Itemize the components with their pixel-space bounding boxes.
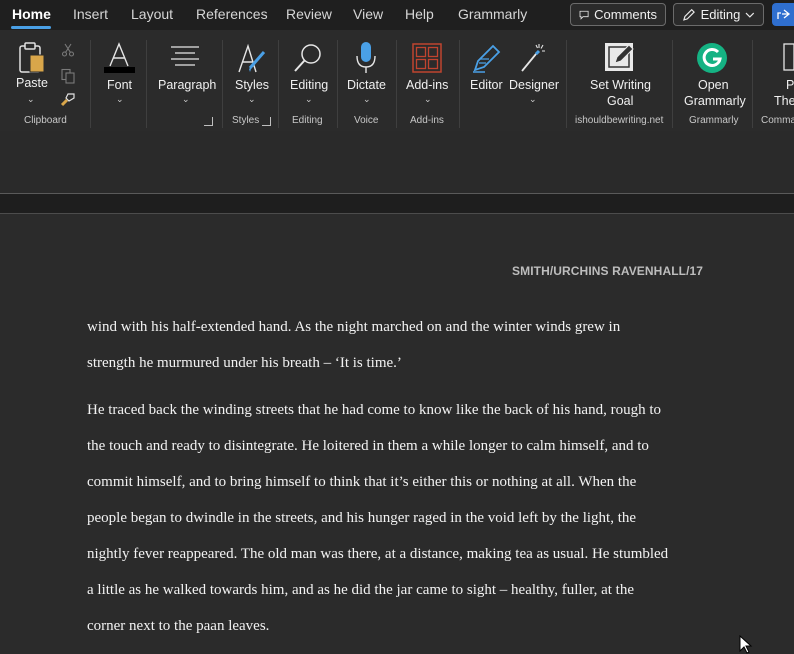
styles-icon[interactable] — [236, 42, 268, 76]
paragraph-dropdown-chevron-icon[interactable]: ⌄ — [182, 94, 190, 105]
mouse-pointer-icon — [739, 635, 753, 654]
font-dropdown-chevron-icon[interactable]: ⌄ — [116, 94, 124, 105]
ribbon-separator — [278, 40, 279, 128]
designer-dropdown-chevron-icon[interactable]: ⌄ — [529, 94, 537, 105]
ribbon-separator — [146, 40, 147, 128]
designer-wand-icon[interactable] — [517, 42, 549, 74]
paragraph-button[interactable]: Paragraph — [158, 78, 216, 93]
paste-button[interactable]: Paste — [16, 76, 48, 91]
running-header: SMITH/URCHINS RAVENHALL/17 — [512, 264, 704, 278]
open-grammarly-line2[interactable]: Grammarly — [684, 94, 746, 109]
comments-label: Comments — [594, 7, 657, 22]
document-line[interactable]: the touch and ready to disintegrate. He … — [87, 438, 649, 455]
set-writing-goal-line1[interactable]: Set Writing — [590, 78, 651, 93]
ribbon-separator — [222, 40, 223, 128]
add-ins-dropdown-chevron-icon[interactable]: ⌄ — [424, 94, 432, 105]
font-icon[interactable] — [103, 42, 135, 74]
ribbon-separator — [672, 40, 673, 128]
editing-mode-button[interactable]: Editing — [673, 3, 764, 26]
ribbon-separator — [566, 40, 567, 128]
styles-button[interactable]: Styles — [235, 78, 269, 93]
tab-view[interactable]: View — [353, 6, 383, 22]
format-painter-brush-icon[interactable] — [59, 92, 77, 108]
copy-icon[interactable] — [60, 68, 76, 84]
ribbon-tab-bar: Home Insert Layout References Review Vie… — [0, 0, 794, 30]
document-line[interactable]: corner next to the paan leaves. — [87, 618, 269, 635]
ribbon-separator — [337, 40, 338, 128]
writing-goal-notepad-icon[interactable] — [603, 41, 637, 75]
cut-scissors-icon[interactable] — [61, 43, 75, 57]
set-writing-goal-line2[interactable]: Goal — [607, 94, 633, 109]
group-label-clipboard: Clipboard — [24, 115, 67, 126]
grammarly-logo-icon[interactable] — [696, 42, 728, 74]
partial-command-line1[interactable]: Po — [786, 78, 794, 93]
editor-pen-icon[interactable] — [471, 42, 503, 74]
active-tab-indicator — [11, 26, 51, 29]
styles-dropdown-chevron-icon[interactable]: ⌄ — [248, 94, 256, 105]
open-grammarly-line1[interactable]: Open — [698, 78, 729, 93]
document-line[interactable]: nightly fever reappeared. The old man wa… — [87, 546, 668, 563]
document-line[interactable]: people began to dwindle in the streets, … — [87, 510, 636, 527]
editing-dropdown-chevron-icon[interactable]: ⌄ — [305, 94, 313, 105]
editing-mode-label: Editing — [700, 7, 741, 22]
group-label-styles: Styles — [232, 115, 260, 126]
pencil-icon — [683, 8, 695, 21]
paste-dropdown-chevron-icon[interactable]: ⌄ — [27, 94, 35, 105]
add-ins-button[interactable]: Add-ins — [406, 78, 448, 93]
chevron-down-icon — [745, 12, 755, 18]
styles-dialog-launcher-icon[interactable] — [262, 117, 271, 126]
document-line[interactable]: commit himself, and to bring himself to … — [87, 474, 636, 491]
tab-references[interactable]: References — [196, 6, 268, 22]
ribbon-separator — [396, 40, 397, 128]
comment-icon — [579, 10, 589, 20]
partial-command-line2[interactable]: The — [774, 94, 794, 109]
share-icon — [777, 9, 791, 19]
tab-insert[interactable]: Insert — [73, 6, 108, 22]
ribbon-separator — [752, 40, 753, 128]
tab-home[interactable]: Home — [12, 6, 51, 22]
editing-button[interactable]: Editing — [290, 78, 328, 93]
document-line[interactable]: a little as he walked towards him, and a… — [87, 582, 634, 599]
group-label-voice: Voice — [354, 115, 379, 126]
dictate-button[interactable]: Dictate — [347, 78, 386, 93]
tab-layout[interactable]: Layout — [131, 6, 173, 22]
ruler-area — [0, 131, 794, 194]
comments-button[interactable]: Comments — [570, 3, 666, 26]
tab-grammarly[interactable]: Grammarly — [458, 6, 527, 22]
dictate-dropdown-chevron-icon[interactable]: ⌄ — [363, 94, 371, 105]
add-ins-grid-icon[interactable] — [412, 43, 442, 73]
paragraph-align-icon[interactable] — [170, 45, 200, 69]
tab-review[interactable]: Review — [286, 6, 332, 22]
group-label-editing: Editing — [292, 115, 323, 126]
share-button[interactable] — [772, 3, 794, 26]
group-label-commands: Comma — [761, 115, 794, 126]
tab-help[interactable]: Help — [405, 6, 434, 22]
document-line[interactable]: strength he murmured under his breath – … — [87, 355, 402, 372]
microphone-icon[interactable] — [354, 41, 378, 75]
ribbon-separator — [90, 40, 91, 128]
editor-button[interactable]: Editor — [470, 78, 503, 93]
designer-button[interactable]: Designer — [509, 78, 559, 93]
paragraph-dialog-launcher-icon[interactable] — [204, 117, 213, 126]
partial-command-icon[interactable] — [782, 42, 794, 72]
paste-clipboard-icon[interactable] — [17, 41, 47, 75]
search-icon[interactable] — [292, 42, 324, 76]
group-label-grammarly: Grammarly — [689, 115, 739, 126]
group-label-ishouldbewriting: ishouldbewriting.net — [575, 115, 664, 126]
document-line[interactable]: wind with his half-extended hand. As the… — [87, 319, 620, 336]
page-gap — [0, 194, 794, 214]
group-label-add-ins: Add-ins — [410, 115, 444, 126]
ribbon-separator — [459, 40, 460, 128]
document-line[interactable]: He traced back the winding streets that … — [87, 402, 661, 419]
font-button[interactable]: Font — [107, 78, 132, 93]
